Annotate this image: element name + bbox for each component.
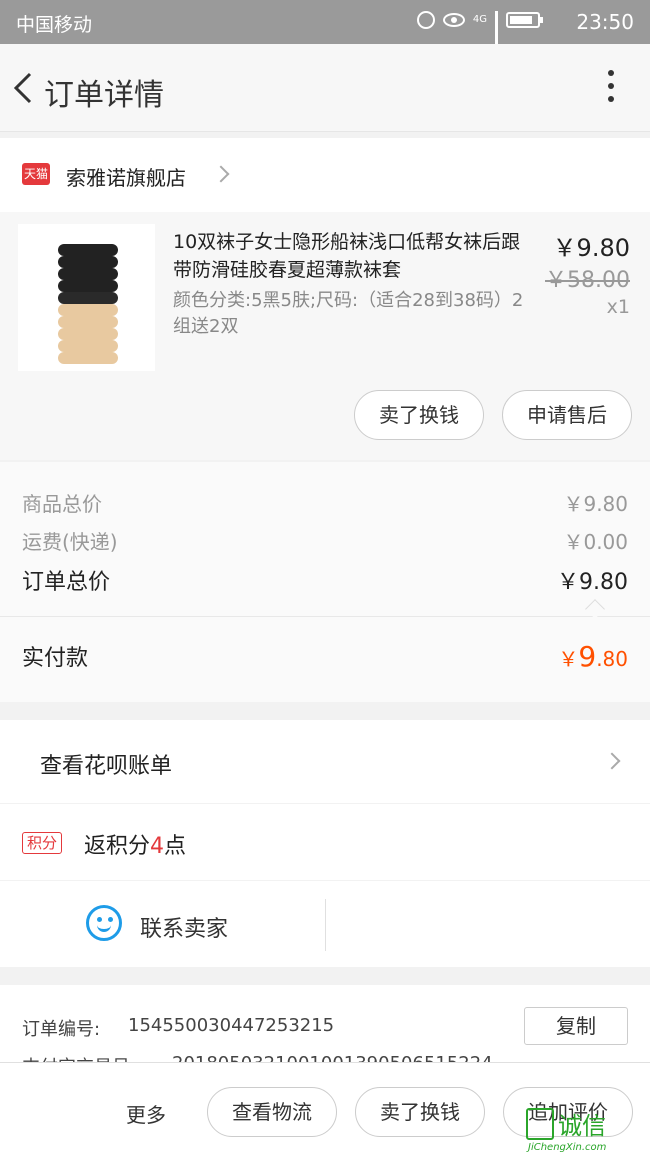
watermark-subtext: JiChengXin.com — [528, 1142, 607, 1153]
tmall-icon: 天猫 — [22, 163, 50, 185]
alarm-icon — [416, 11, 435, 29]
copy-button[interactable]: 复制 — [524, 1007, 628, 1045]
sock-image-part — [58, 316, 118, 328]
sock-image-part — [58, 340, 118, 352]
huabei-bill-row[interactable]: 查看花呗账单 — [0, 720, 650, 803]
order-total-label: 订单总价 — [22, 570, 111, 595]
sock-image-part — [58, 304, 118, 316]
watermark-logo-icon — [526, 1108, 554, 1140]
clock: 23:50 — [576, 10, 634, 34]
paid-amount: ￥9.80 — [558, 640, 628, 673]
shipping-value: ￥0.00 — [563, 530, 628, 554]
view-logistics-button[interactable]: 查看物流 — [207, 1087, 337, 1137]
sock-image-part — [58, 244, 118, 256]
order-number-label: 订单编号: — [22, 1019, 101, 1040]
status-bar: 中国移动 4G 23:50 — [0, 0, 650, 55]
order-total-value: ￥9.80 — [557, 570, 628, 595]
price-summary: 商品总价 ￥9.80 运费(快递) ￥0.00 订单总价 ￥9.80 实付款 ￥… — [0, 462, 650, 702]
sock-image-part — [58, 280, 118, 292]
battery-icon — [506, 12, 543, 28]
order-number-value: 154550030447253215 — [128, 1015, 335, 1036]
sock-image-part — [58, 328, 118, 340]
points-suffix: 点 — [164, 834, 187, 859]
more-menu-icon[interactable] — [606, 70, 616, 106]
network-type: 4G — [472, 14, 487, 25]
after-sales-button[interactable]: 申请售后 — [502, 390, 632, 440]
contact-seller-row: 联系卖家 — [0, 881, 650, 967]
paid-label: 实付款 — [22, 646, 89, 671]
shop-name[interactable]: 索雅诺旗舰店 — [66, 162, 186, 191]
points-amount: 4 — [150, 834, 165, 859]
product-thumbnail[interactable] — [18, 224, 155, 371]
product-quantity: x1 — [606, 296, 630, 318]
shop-row[interactable]: 天猫 索雅诺旗舰店 — [0, 138, 650, 212]
points-prefix: 返积分 — [84, 834, 151, 859]
paid-integer: 9 — [578, 640, 597, 673]
chevron-right-icon — [603, 752, 621, 770]
shipping-label: 运费(快递) — [22, 530, 118, 554]
divider — [0, 616, 650, 617]
contact-seller-button[interactable]: 联系卖家 — [140, 911, 228, 943]
product-spec: 颜色分类:5黑5肤;尺码:（适合28到38码）2组送2双 — [173, 290, 524, 337]
vertical-divider — [325, 899, 326, 951]
sell-for-cash-bottom-button[interactable]: 卖了换钱 — [355, 1087, 485, 1137]
eye-icon — [442, 13, 465, 27]
back-arrow-icon[interactable] — [10, 70, 40, 106]
watermark-text: 诚信 — [558, 1112, 606, 1140]
goods-total-value: ￥9.80 — [563, 492, 628, 516]
paid-currency: ￥ — [558, 647, 579, 671]
sock-image-part — [58, 268, 118, 280]
wangwang-icon[interactable] — [86, 905, 122, 941]
goods-total-label: 商品总价 — [22, 492, 102, 516]
product-item[interactable]: 10双袜子女士隐形船袜浅口低帮女袜后跟带防滑硅胶春夏超薄款袜套 颜色分类:5黑5… — [0, 212, 650, 460]
status-icons: 4G — [416, 11, 543, 55]
more-button[interactable]: 更多 — [126, 1099, 166, 1128]
paid-decimal: .80 — [596, 647, 628, 671]
sell-for-cash-button[interactable]: 卖了换钱 — [354, 390, 484, 440]
chevron-right-icon — [212, 165, 230, 183]
sock-image-part — [58, 352, 118, 364]
points-badge: 积分 — [22, 832, 63, 854]
top-navbar: 订单详情 — [0, 44, 650, 132]
product-original-price: ￥58.00 — [545, 268, 630, 293]
product-price: ￥9.80 — [552, 234, 630, 262]
page-title: 订单详情 — [44, 78, 164, 113]
product-title[interactable]: 10双袜子女士隐形船袜浅口低帮女袜后跟带防滑硅胶春夏超薄款袜套 — [173, 228, 533, 284]
sock-image-part — [58, 292, 118, 304]
sock-image-part — [58, 256, 118, 268]
carrier-label: 中国移动 — [16, 14, 93, 36]
watermark: 诚信 JiChengXin.com — [526, 1104, 646, 1153]
signal-icon — [495, 11, 498, 55]
points-text: 返积分4点 — [84, 828, 186, 860]
points-row: 积分 返积分4点 — [0, 804, 650, 880]
huabei-label: 查看花呗账单 — [40, 754, 173, 779]
